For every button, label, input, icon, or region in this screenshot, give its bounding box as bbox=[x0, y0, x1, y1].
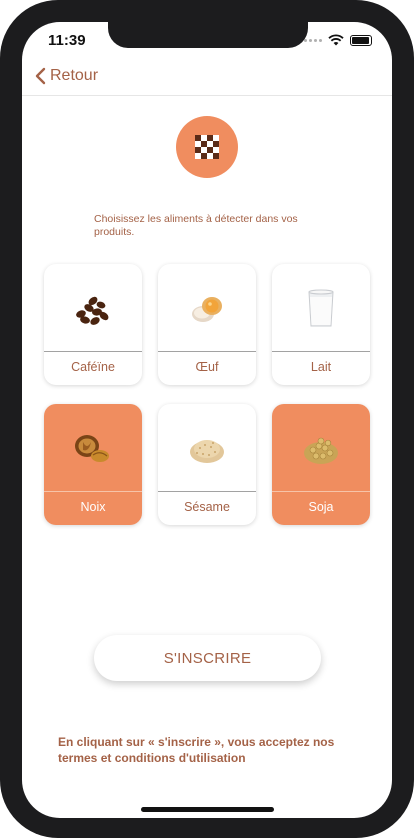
tile-separator bbox=[158, 351, 256, 352]
phone-frame: 11:39 Retour Choisissez les aliments à d… bbox=[0, 0, 414, 838]
tile-separator bbox=[44, 491, 142, 492]
egg-icon bbox=[158, 264, 256, 352]
screen: 11:39 Retour Choisissez les aliments à d… bbox=[22, 22, 392, 818]
food-tile-soja[interactable]: Soja bbox=[272, 404, 370, 525]
volume-down-button bbox=[0, 228, 2, 280]
intro-text: Choisissez les aliments à détecter dans … bbox=[94, 213, 298, 238]
food-tile-lait[interactable]: Lait bbox=[272, 264, 370, 385]
app-logo bbox=[176, 116, 238, 178]
food-label: Lait bbox=[310, 360, 332, 374]
signup-button[interactable]: S'INSCRIRE bbox=[94, 635, 321, 681]
chevron-left-icon bbox=[35, 67, 46, 85]
back-button[interactable]: Retour bbox=[34, 67, 98, 85]
food-tile-oeuf[interactable]: Œuf bbox=[158, 264, 256, 385]
sesame-icon bbox=[158, 404, 256, 492]
nav-bar: Retour bbox=[22, 64, 392, 96]
food-tile-cafeine[interactable]: Caféïne bbox=[44, 264, 142, 385]
food-tile-noix[interactable]: Noix bbox=[44, 404, 142, 525]
terms-text: En cliquant sur « s'inscrire », vous acc… bbox=[58, 735, 335, 765]
milk-glass-icon bbox=[272, 264, 370, 352]
logo-pattern-icon bbox=[195, 135, 219, 159]
tile-separator bbox=[44, 351, 142, 352]
signal-dots-icon bbox=[304, 38, 322, 42]
wifi-icon bbox=[328, 34, 344, 46]
home-indicator bbox=[141, 807, 274, 812]
mute-switch bbox=[0, 108, 2, 138]
tile-separator bbox=[272, 491, 370, 492]
walnut-icon bbox=[44, 404, 142, 492]
status-time: 11:39 bbox=[48, 32, 86, 49]
tile-separator bbox=[272, 351, 370, 352]
food-label: Sésame bbox=[184, 500, 230, 514]
soy-icon bbox=[272, 404, 370, 492]
food-label: Soja bbox=[308, 500, 334, 514]
food-tile-sesame[interactable]: Sésame bbox=[158, 404, 256, 525]
food-label: Œuf bbox=[195, 360, 219, 374]
tile-separator bbox=[158, 491, 256, 492]
battery-icon bbox=[350, 34, 372, 46]
back-label: Retour bbox=[50, 67, 99, 84]
coffee-beans-icon bbox=[44, 264, 142, 352]
status-icons bbox=[304, 34, 372, 46]
notch bbox=[108, 22, 308, 48]
food-label: Caféïne bbox=[71, 360, 115, 374]
food-label: Noix bbox=[80, 500, 106, 514]
volume-up-button bbox=[0, 165, 2, 217]
